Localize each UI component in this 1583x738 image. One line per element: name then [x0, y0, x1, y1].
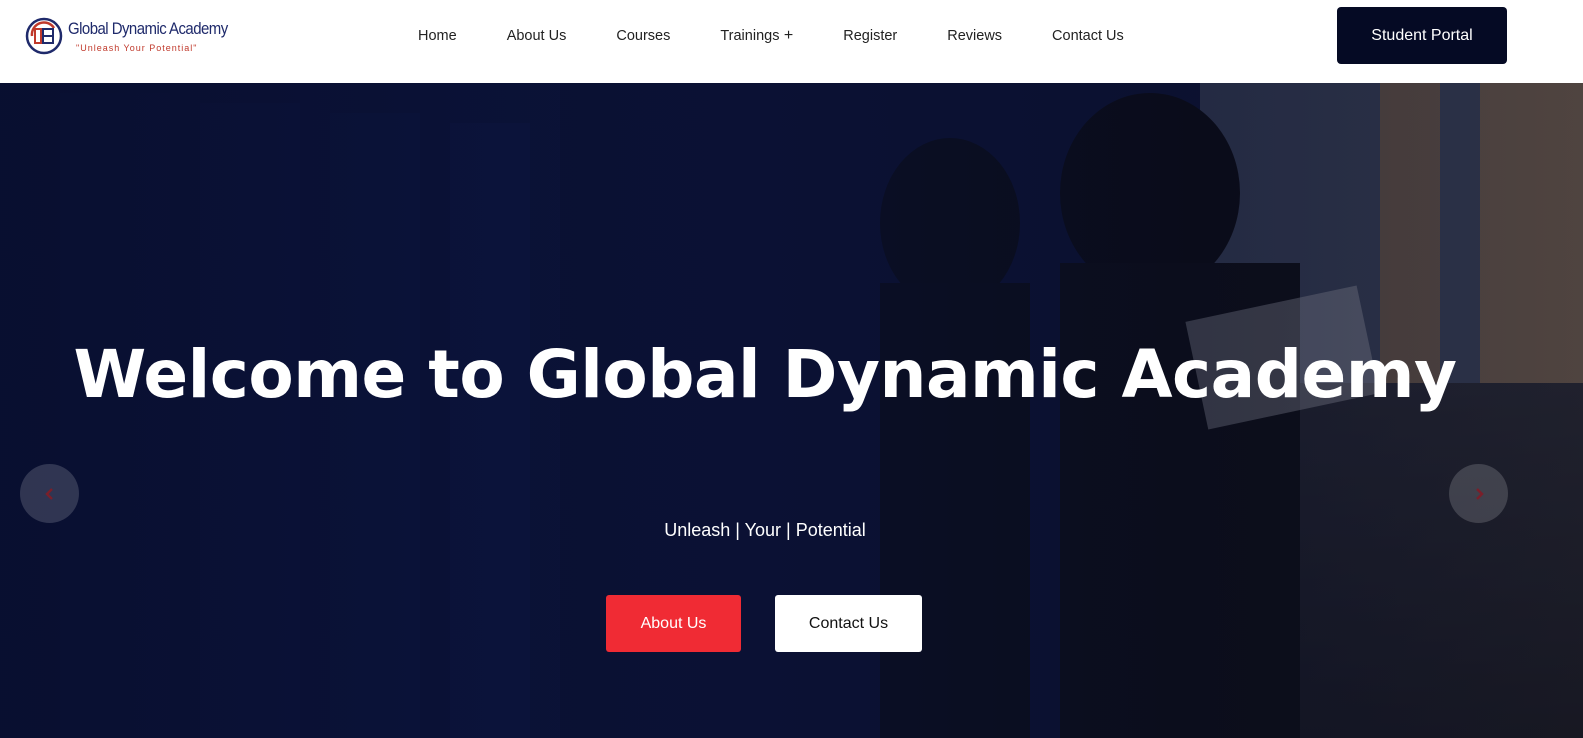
- contact-us-button[interactable]: Contact Us: [775, 595, 922, 652]
- slider-next-button[interactable]: [1449, 464, 1508, 523]
- chevron-right-icon: [1475, 487, 1484, 500]
- hero-subtitle: Unleash | Your | Potential: [664, 520, 866, 540]
- student-portal-button[interactable]: Student Portal: [1337, 7, 1507, 64]
- gda-logo-icon: [25, 17, 63, 55]
- brand-name: Global Dynamic Academy: [68, 19, 228, 38]
- hero-slider: Welcome to Global Dynamic Academy Unleas…: [0, 83, 1583, 738]
- nav-home[interactable]: Home: [418, 28, 457, 44]
- about-us-button[interactable]: About Us: [606, 595, 741, 652]
- main-nav: Home About Us Courses Trainings Register…: [418, 0, 1174, 72]
- slider-prev-button[interactable]: [20, 464, 79, 523]
- site-header: Global Dynamic Academy "Unleash Your Pot…: [0, 0, 1583, 83]
- brand-tagline: "Unleash Your Potential": [76, 43, 198, 53]
- nav-trainings[interactable]: Trainings: [720, 27, 793, 45]
- nav-contact-us[interactable]: Contact Us: [1052, 28, 1124, 44]
- hero-title: Welcome to Global Dynamic Academy: [73, 336, 1457, 413]
- chevron-left-icon: [44, 487, 53, 500]
- nav-about-us[interactable]: About Us: [507, 28, 567, 44]
- nav-reviews[interactable]: Reviews: [947, 28, 1002, 44]
- nav-courses[interactable]: Courses: [616, 28, 670, 44]
- brand-logo[interactable]: Global Dynamic Academy "Unleash Your Pot…: [24, 14, 228, 58]
- nav-register[interactable]: Register: [843, 28, 897, 44]
